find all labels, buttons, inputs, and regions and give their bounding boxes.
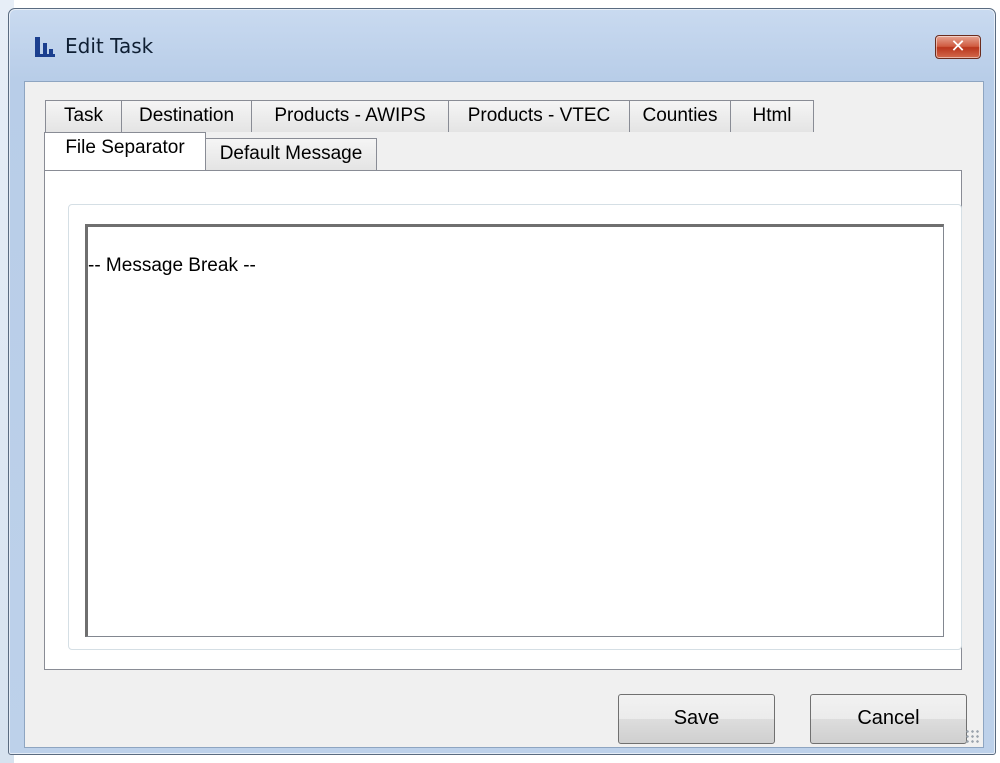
close-button[interactable]: ✕	[935, 35, 981, 59]
tab-products-vtec[interactable]: Products - VTEC	[448, 100, 630, 132]
chart-logo-icon	[35, 37, 55, 57]
edit-task-dialog: Edit Task ✕ Task Destination Products - …	[8, 8, 996, 755]
tab-counties[interactable]: Counties	[629, 100, 731, 132]
tab-task[interactable]: Task	[45, 100, 122, 132]
group-frame: -- Message Break --	[68, 204, 962, 650]
tab-html[interactable]: Html	[730, 100, 814, 132]
file-separator-textbox[interactable]: -- Message Break --	[85, 224, 944, 637]
tab-file-separator[interactable]: File Separator	[44, 132, 206, 170]
title-bar[interactable]: Edit Task ✕	[9, 9, 995, 81]
resize-grip-icon[interactable]	[965, 729, 979, 743]
textbox-content: -- Message Break --	[88, 255, 256, 276]
window-title: Edit Task	[65, 34, 154, 58]
save-button[interactable]: Save	[618, 694, 775, 744]
cancel-button[interactable]: Cancel	[810, 694, 967, 744]
dialog-client-area: Task Destination Products - AWIPS Produc…	[24, 81, 984, 748]
tab-destination[interactable]: Destination	[121, 100, 252, 132]
tab-products-awips[interactable]: Products - AWIPS	[251, 100, 449, 132]
file-separator-panel: -- Message Break --	[44, 170, 962, 670]
tab-default-message[interactable]: Default Message	[205, 138, 377, 170]
